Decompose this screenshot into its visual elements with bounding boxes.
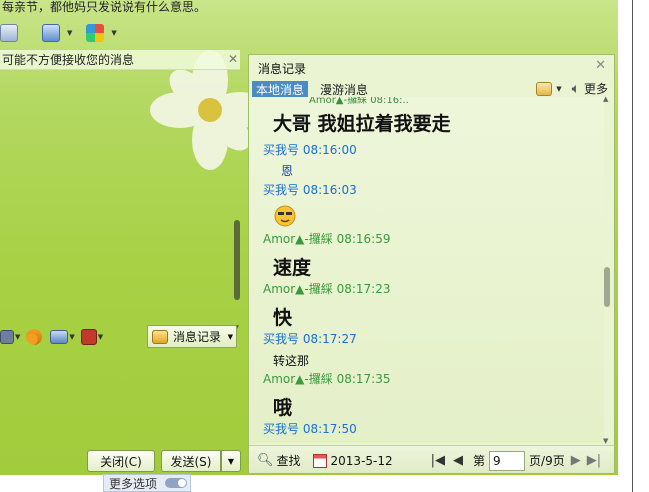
send-options-chevron-down-icon[interactable]: ▼ bbox=[221, 450, 241, 472]
message-text: 哦 bbox=[273, 397, 293, 419]
message-meta: Amor▲-攞綵 08:17:35 bbox=[263, 372, 391, 386]
prev-page-icon[interactable]: ◀ bbox=[453, 453, 463, 468]
tab-local-messages[interactable]: 本地消息 bbox=[252, 81, 309, 97]
list-item: Amor▲-攞綵 08:17:23 快 bbox=[249, 280, 604, 330]
speaker-icon[interactable]: 🔈︎ bbox=[572, 81, 580, 97]
notice-text: 可能不方便接收您的消息 bbox=[2, 53, 135, 67]
message-text: 恩 bbox=[281, 164, 294, 178]
message-history-panel: 消息记录 ✕ 本地消息 漫游消息 ▼ 🔈︎ 更多 Amor▲-攞綵 08:16:… bbox=[248, 54, 615, 474]
search-label[interactable]: 查找 bbox=[277, 452, 301, 469]
scroll-up-icon[interactable]: ▲ bbox=[603, 95, 608, 103]
list-item: 大哥 我姐拉着我要走 bbox=[249, 109, 604, 136]
page-prefix: 第 bbox=[473, 454, 486, 468]
file-transfer-icon[interactable] bbox=[0, 24, 18, 42]
close-icon[interactable]: ✕ bbox=[228, 52, 238, 66]
page-suffix: 页/9页 bbox=[529, 454, 565, 468]
top-toolbar: ▼ ▼ bbox=[0, 22, 125, 44]
image-icon[interactable] bbox=[0, 330, 14, 344]
message-meta: 买我号 08:17:27 bbox=[263, 332, 357, 346]
apps-grid-icon[interactable] bbox=[86, 24, 105, 42]
panel-title: 消息记录 bbox=[258, 62, 307, 76]
date-value[interactable]: 2013-5-12 bbox=[331, 454, 393, 468]
list-item: Amor▲-攞綵 08:16:59 速度 bbox=[249, 230, 604, 280]
history-footer: 🔍︎ 查找 2013-5-12 |◀ ◀ 第 9 页/9页 ▶ ▶| bbox=[249, 445, 614, 473]
next-page-icon[interactable]: ▶ bbox=[571, 453, 581, 468]
input-toolbar: ▼ ▼ ▼ bbox=[0, 326, 111, 348]
list-item: 买我号 08:16:00 恩 bbox=[249, 141, 604, 179]
message-history-button[interactable]: 消息记录 ▼ bbox=[147, 325, 237, 348]
divider bbox=[632, 0, 633, 492]
music-note-icon[interactable] bbox=[26, 329, 43, 345]
gift-icon[interactable] bbox=[80, 329, 97, 345]
message-text: 转这那 bbox=[273, 354, 310, 368]
toggle-switch[interactable] bbox=[165, 478, 188, 488]
more-options-toggle[interactable]: 更多选项 bbox=[103, 474, 191, 492]
message-meta: Amor▲-攞綵 08:16:59 bbox=[263, 232, 391, 246]
emoji-icon bbox=[249, 204, 604, 231]
message-meta: 买我号 08:16:00 bbox=[263, 143, 357, 157]
message-meta: 买我号 08:17:50 bbox=[263, 422, 357, 436]
notice-bar: 可能不方便接收您的消息 ✕ bbox=[0, 50, 240, 70]
search-icon[interactable]: 🔍︎ bbox=[257, 453, 274, 468]
list-item: Amor▲-攞綵 08:17:35 哦 bbox=[249, 370, 604, 420]
last-page-icon[interactable]: ▶| bbox=[587, 453, 601, 468]
history-icon bbox=[152, 329, 168, 344]
export-icon[interactable] bbox=[536, 81, 553, 96]
history-tools: ▼ 🔈︎ 更多 bbox=[536, 80, 608, 97]
send-button[interactable]: 发送(S) bbox=[161, 450, 221, 472]
history-scrollbar[interactable]: ▲ ▼ bbox=[603, 95, 611, 445]
chevron-down-icon[interactable]: ▼ bbox=[111, 29, 116, 37]
more-options-label: 更多选项 bbox=[109, 476, 158, 491]
message-meta: Amor▲-攞綵 08:17:23 bbox=[263, 282, 391, 296]
first-page-icon[interactable]: |◀ bbox=[431, 453, 445, 468]
list-item: 买我号 08:17:50 bbox=[249, 420, 604, 437]
message-text: 快 bbox=[273, 307, 293, 329]
message-list[interactable]: Amor▲-攞綵 08:16:.. 大哥 我姐拉着我要走 买我号 08:16:0… bbox=[249, 97, 604, 443]
chat-scrollbar[interactable]: ▼ bbox=[232, 70, 242, 334]
scroll-thumb[interactable] bbox=[604, 267, 610, 307]
list-item: 买我号 08:16:03 bbox=[249, 181, 604, 231]
message-text: 速度 bbox=[273, 257, 312, 279]
message-input[interactable] bbox=[0, 350, 246, 446]
scroll-down-icon[interactable]: ▼ bbox=[603, 437, 608, 445]
list-item: 买我号 08:17:27 转这那 bbox=[249, 330, 604, 369]
desktop-edge bbox=[618, 0, 649, 492]
chevron-down-icon[interactable]: ▼ bbox=[69, 333, 74, 341]
message-history-label: 消息记录 bbox=[173, 330, 222, 344]
cut-message-meta: Amor▲-攞綵 08:16:.. bbox=[309, 97, 409, 106]
chevron-down-icon[interactable]: ▼ bbox=[98, 333, 103, 341]
calendar-icon[interactable] bbox=[312, 453, 327, 468]
close-icon[interactable]: ✕ bbox=[595, 58, 606, 73]
screenshot-icon[interactable] bbox=[50, 330, 69, 344]
chevron-down-icon[interactable]: ▼ bbox=[67, 29, 72, 37]
message-text: 大哥 我姐拉着我要走 bbox=[273, 113, 451, 135]
chevron-down-icon[interactable]: ▼ bbox=[15, 333, 20, 341]
chevron-down-icon[interactable]: ▼ bbox=[556, 85, 561, 93]
history-tabs: 本地消息 漫游消息 bbox=[252, 81, 372, 97]
close-button[interactable]: 关闭(C) bbox=[87, 450, 155, 472]
screen-share-icon[interactable] bbox=[42, 24, 60, 42]
chat-preview-text: 每亲节，都他妈只发说说有什么意思。 bbox=[2, 0, 207, 14]
message-meta: 买我号 08:16:03 bbox=[263, 183, 357, 197]
scroll-thumb[interactable] bbox=[234, 220, 240, 300]
chevron-down-icon[interactable]: ▼ bbox=[228, 333, 233, 341]
tab-roaming-messages[interactable]: 漫游消息 bbox=[316, 81, 372, 97]
page-number-input[interactable]: 9 bbox=[489, 450, 526, 471]
